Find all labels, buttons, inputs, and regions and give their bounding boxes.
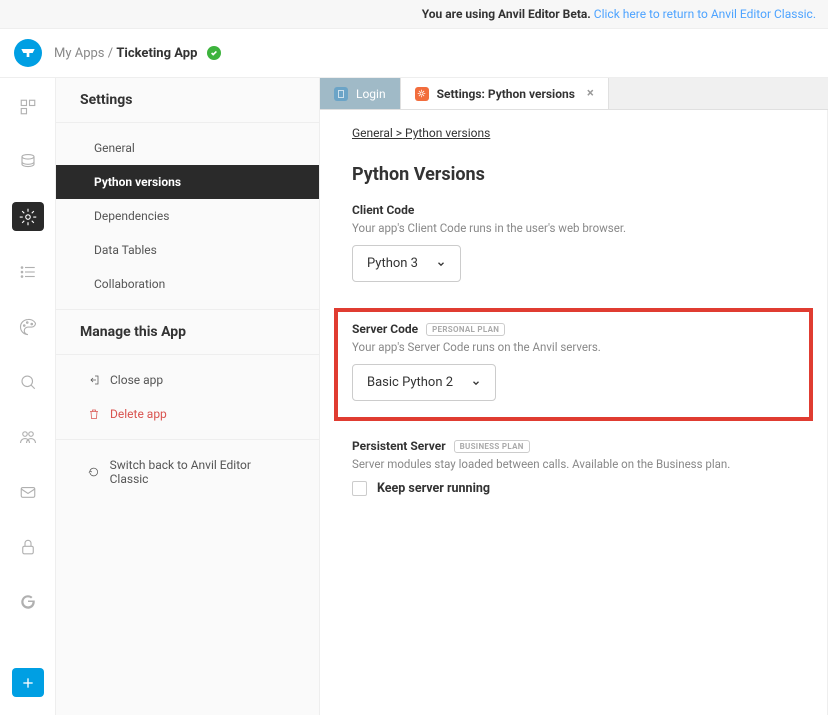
content-breadcrumb[interactable]: General > Python versions — [352, 126, 795, 140]
breadcrumb-apps[interactable]: My Apps — [54, 46, 105, 61]
switch-classic-action[interactable]: Switch back to Anvil Editor Classic — [56, 448, 319, 496]
client-code-section: Client Code Your app's Client Code runs … — [352, 203, 795, 282]
persistent-server-label: Persistent Server BUSINESS PLAN — [352, 439, 795, 453]
chevron-down-icon — [471, 378, 481, 388]
sidebar-item-general[interactable]: General — [56, 131, 319, 165]
sidebar: Settings General Python versions Depende… — [55, 78, 320, 715]
rail-lock-icon[interactable] — [12, 532, 44, 561]
beta-classic-link[interactable]: Click here to return to Anvil Editor Cla… — [594, 7, 816, 21]
header: My Apps / Ticketing App — [0, 29, 828, 78]
server-code-highlight: Server Code PERSONAL PLAN Your app's Ser… — [334, 308, 813, 421]
client-code-label: Client Code — [352, 203, 795, 217]
tab-login[interactable]: Login — [320, 78, 401, 109]
sidebar-item-collaboration[interactable]: Collaboration — [56, 267, 319, 301]
rail-list-icon[interactable] — [12, 257, 44, 286]
keep-server-label: Keep server running — [377, 481, 490, 496]
keep-server-checkbox[interactable] — [352, 481, 367, 496]
server-code-label: Server Code PERSONAL PLAN — [352, 322, 795, 336]
content: General > Python versions Python Version… — [320, 110, 828, 715]
business-plan-badge: BUSINESS PLAN — [454, 440, 530, 453]
undo-icon — [88, 466, 100, 478]
anvil-icon — [20, 47, 36, 59]
tab-settings[interactable]: Settings: Python versions × — [401, 78, 609, 109]
tab-login-label: Login — [356, 87, 386, 101]
close-app-label: Close app — [110, 373, 163, 387]
left-rail — [0, 78, 55, 715]
client-code-value: Python 3 — [367, 256, 418, 271]
document-icon — [334, 87, 348, 101]
persistent-server-section: Persistent Server BUSINESS PLAN Server m… — [352, 439, 795, 496]
close-app-icon — [88, 374, 100, 386]
delete-app-action[interactable]: Delete app — [56, 397, 319, 431]
trash-icon — [88, 408, 100, 420]
rail-users-icon[interactable] — [12, 422, 44, 451]
rail-app-icon[interactable] — [12, 92, 44, 121]
sidebar-item-dependencies[interactable]: Dependencies — [56, 199, 319, 233]
chevron-down-icon — [436, 259, 446, 269]
close-app-action[interactable]: Close app — [56, 363, 319, 397]
gear-icon — [415, 87, 429, 101]
beta-banner: You are using Anvil Editor Beta. Click h… — [0, 0, 828, 29]
rail-search-icon[interactable] — [12, 367, 44, 396]
server-code-value: Basic Python 2 — [367, 375, 453, 390]
sidebar-item-python-versions[interactable]: Python versions — [56, 165, 319, 199]
client-code-desc: Your app's Client Code runs in the user'… — [352, 221, 795, 235]
beta-message: You are using Anvil Editor Beta. — [422, 7, 591, 21]
rail-database-icon[interactable] — [12, 147, 44, 176]
server-code-dropdown[interactable]: Basic Python 2 — [352, 364, 496, 401]
sidebar-item-data-tables[interactable]: Data Tables — [56, 233, 319, 267]
rail-email-icon[interactable] — [12, 477, 44, 506]
rail-settings-icon[interactable] — [12, 202, 44, 231]
server-code-desc: Your app's Server Code runs on the Anvil… — [352, 340, 795, 354]
persistent-server-desc: Server modules stay loaded between calls… — [352, 457, 795, 471]
tab-close-icon[interactable]: × — [587, 86, 594, 101]
client-code-dropdown[interactable]: Python 3 — [352, 245, 461, 282]
tab-settings-label: Settings: Python versions — [437, 87, 575, 101]
switch-classic-label: Switch back to Anvil Editor Classic — [110, 458, 287, 486]
sidebar-settings-heading: Settings — [56, 78, 319, 123]
breadcrumb: My Apps / Ticketing App — [54, 46, 221, 61]
delete-app-label: Delete app — [110, 407, 167, 421]
rail-theme-icon[interactable] — [12, 312, 44, 341]
tabs: Login Settings: Python versions × — [320, 78, 828, 110]
page-title: Python Versions — [352, 164, 795, 185]
anvil-logo[interactable] — [14, 39, 42, 67]
breadcrumb-app-name: Ticketing App — [116, 46, 197, 61]
rail-google-icon[interactable] — [12, 587, 44, 616]
rail-add-button[interactable] — [12, 668, 44, 697]
personal-plan-badge: PERSONAL PLAN — [426, 323, 505, 336]
sidebar-manage-heading: Manage this App — [56, 310, 319, 355]
status-check-icon — [207, 46, 221, 60]
